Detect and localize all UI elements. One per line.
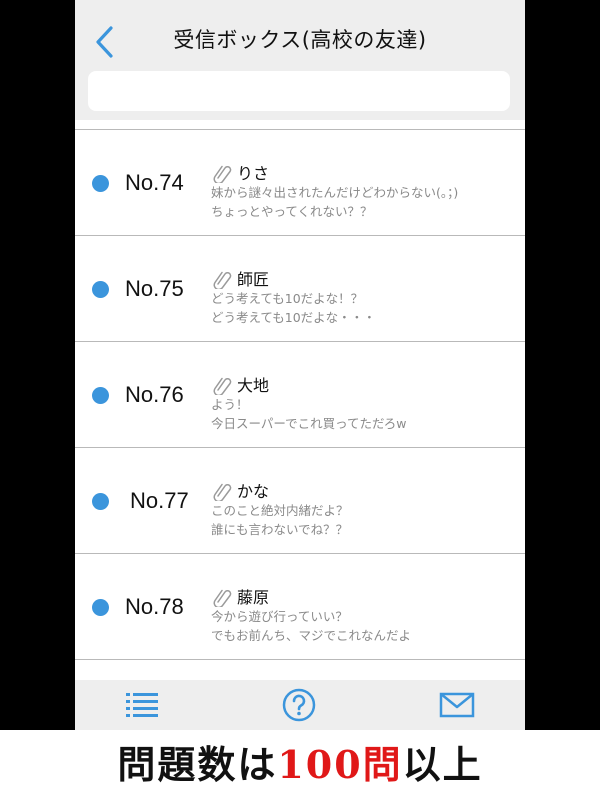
phone-screen: 受信ボックス(高校の友達) No.74 りさ 妹から謎々出されたんだけどわからな… [75, 0, 525, 800]
tab-mail[interactable] [439, 688, 475, 722]
caption-prefix: 問題数は [117, 742, 278, 787]
sender-name: 大地 [237, 376, 270, 395]
paperclip-icon [213, 271, 232, 289]
tab-help[interactable] [281, 688, 317, 722]
help-icon [282, 688, 316, 722]
message-number: No.76 [125, 382, 184, 407]
preview-line-1: よう！ [211, 397, 249, 412]
caption-highlight: 100問 [277, 742, 403, 787]
preview-line-1: 妹から謎々出されたんだけどわからない(。；) [211, 185, 459, 200]
unread-dot [92, 493, 109, 510]
unread-dot [92, 175, 109, 192]
paperclip-icon [213, 589, 232, 607]
paperclip-icon [213, 483, 232, 501]
preview-line-2: でもお前んち、マジでこれなんだよ [211, 628, 412, 643]
message-preview: このこと絶対内緒だよ？ 誰にも言わないでね？？ [211, 501, 349, 539]
message-preview: 妹から謎々出されたんだけどわからない(。；) ちょっとやってくれない？？ [211, 183, 458, 221]
preview-line-2: 今日スーパーでこれ買ってただろw [211, 416, 407, 431]
paperclip-icon [213, 377, 232, 395]
message-number: No.78 [125, 594, 184, 619]
page-title: 受信ボックス(高校の友達) [173, 28, 427, 52]
message-list: No.74 りさ 妹から謎々出されたんだけどわからない(。；) ちょっとやってく… [75, 129, 525, 681]
caption-suffix: 以上 [402, 742, 483, 787]
sender-name: 藤原 [237, 588, 270, 607]
message-row[interactable]: No.77 かな このこと絶対内緒だよ？ 誰にも言わないでね？？ [75, 448, 525, 554]
sender-name: 師匠 [237, 270, 270, 289]
message-number: No.77 [130, 488, 189, 513]
preview-line-2: どう考えても10だよな・・・ [211, 310, 376, 325]
message-preview: 今から遊び行っていい？ でもお前んち、マジでこれなんだよ [211, 607, 411, 645]
preview-line-1: このこと絶対内緒だよ？ [211, 503, 349, 518]
message-preview: どう考えても10だよな！？ どう考えても10だよな・・・ [211, 289, 376, 327]
message-row[interactable]: No.75 師匠 どう考えても10だよな！？ どう考えても10だよな・・・ [75, 236, 525, 342]
sender-name: かな [237, 482, 270, 501]
preview-line-2: ちょっとやってくれない？？ [211, 204, 373, 219]
message-number: No.75 [125, 276, 184, 301]
list-icon [126, 693, 158, 717]
message-row[interactable]: No.74 りさ 妹から謎々出されたんだけどわからない(。；) ちょっとやってく… [75, 130, 525, 236]
message-row[interactable]: No.76 大地 よう！ 今日スーパーでこれ買ってただろw [75, 342, 525, 448]
unread-dot [92, 281, 109, 298]
preview-line-1: 今から遊び行っていい？ [211, 609, 348, 624]
unread-dot [92, 387, 109, 404]
preview-line-2: 誰にも言わないでね？？ [211, 522, 349, 537]
preview-line-1: どう考えても10だよな！？ [211, 291, 364, 306]
promo-caption: 問題数は100問以上 [0, 730, 600, 800]
tab-list[interactable] [124, 688, 160, 722]
message-number: No.74 [125, 170, 184, 195]
navigation-bar: 受信ボックス(高校の友達) [75, 0, 525, 120]
sender-name: りさ [237, 164, 270, 183]
message-row[interactable]: No.78 藤原 今から遊び行っていい？ でもお前んち、マジでこれなんだよ [75, 554, 525, 660]
search-field[interactable] [88, 71, 510, 111]
tab-bar [75, 680, 525, 730]
unread-dot [92, 599, 109, 616]
paperclip-icon [213, 165, 232, 183]
message-preview: よう！ 今日スーパーでこれ買ってただろw [211, 395, 406, 433]
mail-icon [439, 692, 475, 718]
